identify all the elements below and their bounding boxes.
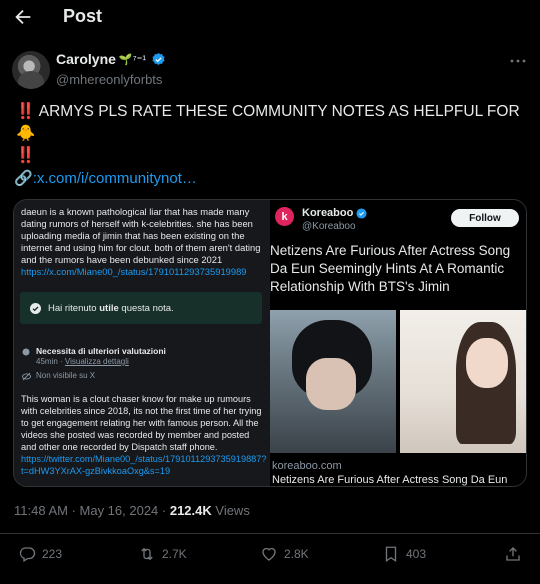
double-exclamation-icon: ‼️ (16, 103, 36, 120)
status-dot-icon (22, 348, 30, 356)
note-body: This woman is a clout chaser know for ma… (21, 394, 262, 452)
post-text: ‼️ ARMYS PLS RATE THESE COMMUNITY NOTES … (16, 101, 526, 167)
share-button[interactable] (504, 545, 522, 563)
view-count: 212.4K (169, 503, 212, 518)
source-name-row: Koreaboo (302, 207, 367, 219)
bookmark-count: 403 (406, 547, 427, 561)
note-body: daeun is a known pathological liar that … (21, 206, 261, 265)
repost-icon (141, 547, 153, 561)
post-link[interactable]: 🔗:x.com/i/communitynot… (14, 169, 197, 187)
source-handle: @Koreaboo (302, 221, 356, 232)
koreaboo-tweet-screenshot: k Koreaboo @Koreaboo Follow Netizens Are… (270, 200, 526, 486)
koreaboo-logo: k (275, 207, 294, 226)
reply-button[interactable]: 223 (18, 545, 62, 563)
article-photo-woman (400, 310, 526, 453)
post-media[interactable]: daeun is a known pathological liar that … (13, 199, 527, 487)
article-photo-man (270, 310, 396, 453)
name-decoration: 🌱⁷⁼¹ (118, 53, 147, 66)
post-link-text[interactable]: :x.com/i/communitynot… (33, 170, 197, 187)
verified-badge-icon (152, 52, 165, 65)
heart-icon (262, 547, 276, 561)
follow-button: Follow (451, 209, 519, 227)
reply-icon (19, 547, 36, 562)
author-name[interactable]: Carolyne (56, 51, 116, 67)
author-name-row[interactable]: Carolyne 🌱⁷⁼¹ (56, 51, 166, 67)
author-handle[interactable]: @mhereonlyforbts (56, 72, 162, 87)
repost-button[interactable]: 2.7K (138, 545, 187, 563)
visibility-status: Non visibile su X (36, 371, 96, 380)
back-arrow-icon[interactable] (12, 6, 34, 28)
helpful-text: Hai ritenuto utile questa nota. (48, 302, 174, 314)
card-domain: koreaboo.com (272, 460, 342, 472)
action-bar: 223 2.7K 2.8K 403 (0, 545, 540, 569)
bookmark-icon (385, 546, 397, 563)
link-icon: 🔗 (14, 170, 33, 187)
views-label: Views (211, 503, 250, 518)
post-body: ARMYS PLS RATE THESE COMMUNITY NOTES AS … (38, 103, 520, 120)
eye-off-icon (22, 372, 31, 381)
bookmark-button[interactable]: 403 (382, 545, 426, 563)
double-exclamation-icon: ‼️ (16, 147, 36, 164)
note-url: https://twitter.com/Miane00_/status/1791… (21, 454, 267, 476)
chick-emoji: 🐥 (16, 125, 36, 142)
page-title: Post (63, 6, 103, 26)
share-icon (506, 547, 520, 561)
divider (0, 533, 540, 534)
helpful-confirmation: Hai ritenuto utile questa nota. (20, 292, 262, 324)
like-count: 2.8K (284, 547, 309, 561)
article-headline: Netizens Are Furious After Actress Song … (270, 243, 511, 294)
card-title: Netizens Are Furious After Actress Song … (272, 474, 508, 486)
post-meta: 11:48 AM · May 16, 2024 · 212.4K Views (14, 503, 250, 518)
more-options-icon[interactable] (510, 58, 526, 64)
reply-count: 223 (42, 547, 63, 561)
check-circle-icon (30, 302, 41, 314)
post-timestamp[interactable]: 11:48 AM · May 16, 2024 · (14, 503, 170, 518)
rating-status: Necessita di ulteriori valutazioni (36, 346, 166, 356)
verified-badge-icon (356, 207, 367, 219)
note-url: https://x.com/Miane00_/status/1791011293… (21, 266, 247, 277)
like-button[interactable]: 2.8K (260, 545, 309, 563)
community-notes-screenshot: daeun is a known pathological liar that … (14, 200, 269, 486)
rating-meta: 45min · Visualizza dettagli (36, 357, 129, 366)
note-text: daeun is a known pathological liar that … (21, 206, 265, 278)
avatar[interactable] (12, 51, 50, 89)
source-name: Koreaboo (302, 207, 354, 219)
post-header: Post (0, 0, 540, 36)
repost-count: 2.7K (162, 547, 187, 561)
note-text: This woman is a clout chaser know for ma… (21, 393, 267, 477)
